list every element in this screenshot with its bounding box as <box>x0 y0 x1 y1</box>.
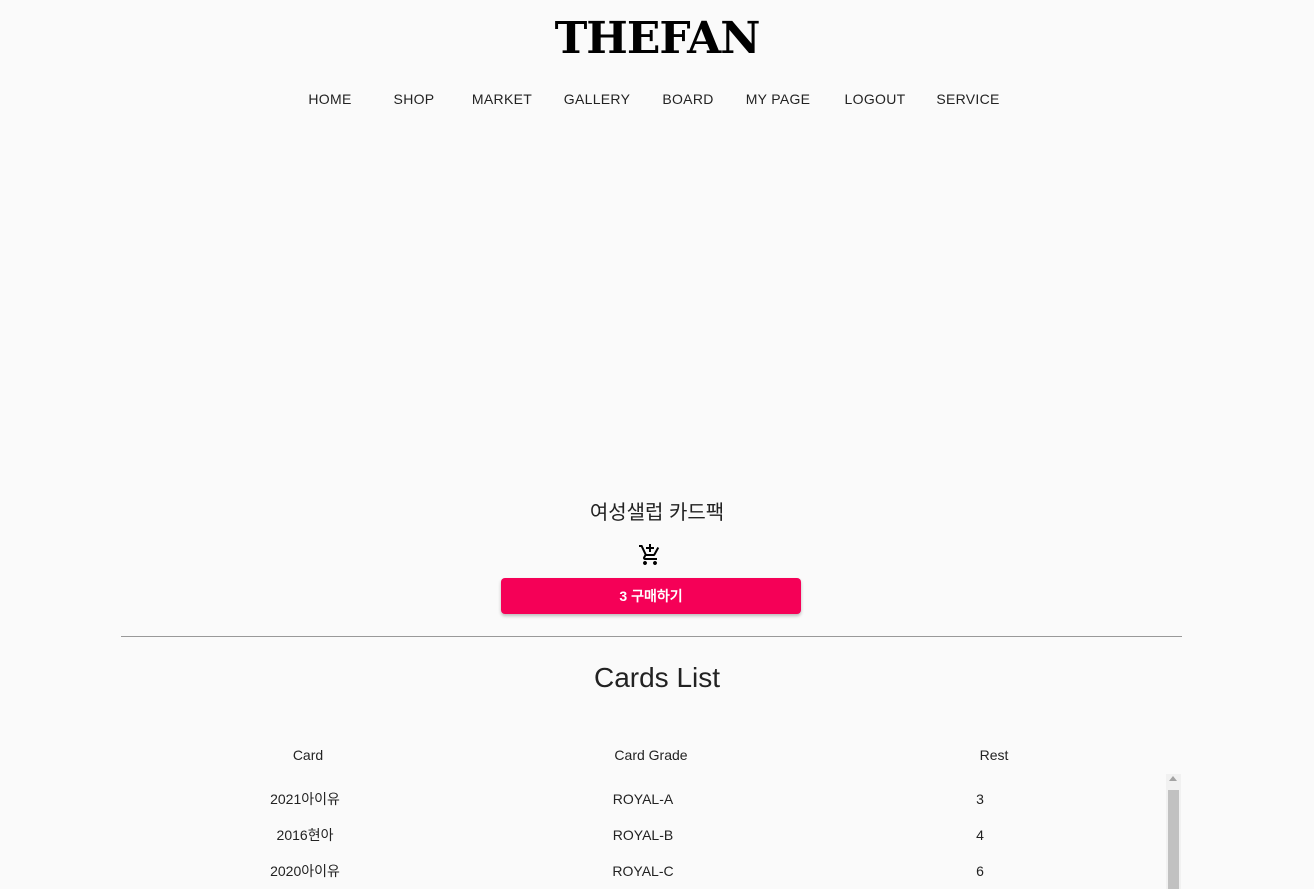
scroll-up-arrow-icon[interactable] <box>1169 776 1177 781</box>
table-row: 2020아이유 ROYAL-C 6 <box>121 861 1182 889</box>
column-header-card: Card <box>292 747 324 763</box>
column-header-card-grade: Card Grade <box>614 747 688 763</box>
nav-board[interactable]: BOARD <box>662 88 713 110</box>
scrollbar-thumb[interactable] <box>1168 790 1179 889</box>
buy-button[interactable]: 3 구매하기 <box>501 578 801 614</box>
nav-logout[interactable]: LOGOUT <box>845 88 906 110</box>
card-rest-cell: 6 <box>976 863 984 879</box>
card-rest-cell: 4 <box>976 827 984 843</box>
nav-home[interactable]: HOME <box>308 88 351 110</box>
product-title: 여성샐럽 카드팩 <box>589 502 725 524</box>
section-divider <box>121 636 1182 637</box>
add-to-cart-icon[interactable] <box>638 543 662 567</box>
card-grade-cell: ROYAL-A <box>612 791 674 807</box>
nav-my-page[interactable]: MY PAGE <box>746 88 811 110</box>
table-row: 2021아이유 ROYAL-A 3 <box>121 789 1182 825</box>
card-grade-cell: ROYAL-C <box>612 863 674 879</box>
nav-service[interactable]: SERVICE <box>936 88 999 110</box>
nav-shop[interactable]: SHOP <box>394 88 435 110</box>
card-grade-cell: ROYAL-B <box>612 827 674 843</box>
site-logo[interactable]: THEFAN <box>0 14 1314 64</box>
card-rest-cell: 3 <box>976 791 984 807</box>
table-scrollbar[interactable] <box>1166 774 1181 889</box>
page: THEFAN HOME SHOP MARKET GALLERY BOARD MY… <box>0 0 1314 889</box>
table-row: 2016현아 ROYAL-B 4 <box>121 825 1182 861</box>
card-name-cell: 2021아이유 <box>270 791 340 807</box>
cards-table-body[interactable]: 2021아이유 ROYAL-A 3 2016현아 ROYAL-B 4 2020아… <box>121 774 1182 889</box>
card-name-cell: 2020아이유 <box>270 863 340 879</box>
nav-market[interactable]: MARKET <box>472 88 532 110</box>
column-header-rest: Rest <box>979 747 1009 763</box>
cards-list-title: Cards List <box>593 662 721 693</box>
card-name-cell: 2016현아 <box>276 827 334 843</box>
nav-gallery[interactable]: GALLERY <box>564 88 630 110</box>
main-nav: HOME SHOP MARKET GALLERY BOARD MY PAGE L… <box>0 88 1314 110</box>
